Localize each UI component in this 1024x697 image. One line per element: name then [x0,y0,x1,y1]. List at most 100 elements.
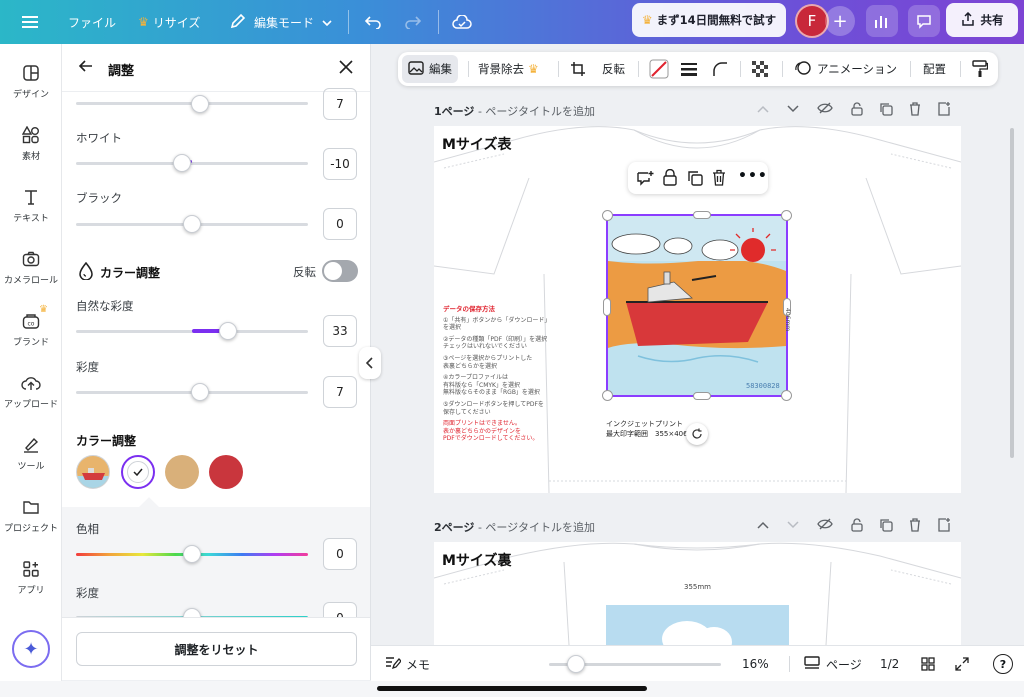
delete-icon[interactable] [909,518,921,535]
add-page-icon[interactable] [937,518,951,535]
pages-button[interactable]: ページ [804,646,862,682]
hue-value-field[interactable]: 0 [323,538,357,570]
zoom-level[interactable]: 16% [742,646,769,682]
insights-icon[interactable] [866,5,898,37]
undo-icon[interactable] [364,0,382,44]
resize-handle[interactable] [602,210,613,221]
paint-roller-icon[interactable] [972,52,988,86]
white-slider-handle[interactable] [173,154,191,172]
trial-button[interactable]: ♛ まず14日間無料で試す [632,3,786,37]
rotate-icon[interactable] [686,423,708,445]
swatch-red[interactable] [209,455,243,489]
rail-item-elements[interactable]: 素材 [0,120,62,176]
back-print-image[interactable] [606,605,789,645]
swatch-photo[interactable] [76,455,110,489]
duplicate-icon[interactable] [687,170,703,189]
crop-icon[interactable] [570,52,586,86]
invert-toggle[interactable] [322,260,358,282]
black-slider-handle[interactable] [183,215,201,233]
chevron-up-icon[interactable] [757,102,769,119]
swatch-tan[interactable] [165,455,199,489]
canvas-scrollbar[interactable] [1010,128,1014,458]
selected-drawing-image[interactable]: 58300828 [602,210,792,401]
resize-handle[interactable] [781,390,792,401]
divider [638,61,639,77]
natural-saturation-handle[interactable] [219,322,237,340]
rail-item-text[interactable]: テキスト [0,182,62,238]
hide-eye-icon[interactable] [817,102,833,119]
edit-mode-dropdown[interactable]: 編集モード [230,0,332,44]
resize-handle[interactable] [602,390,613,401]
hide-eye-icon[interactable] [817,518,833,535]
file-menu[interactable]: ファイル [68,0,116,44]
chevron-down-icon[interactable] [787,518,799,535]
white-slider-track[interactable] [76,162,308,165]
border-style-icon[interactable] [681,52,697,86]
collapse-panel-handle[interactable] [359,347,381,379]
resize-handle[interactable] [693,392,711,400]
no-fill-color-icon[interactable] [649,52,669,86]
menu-icon[interactable] [22,0,38,44]
page-title-input[interactable]: - ページタイトルを追加 [478,521,595,534]
resize-button[interactable]: ♛ リサイズ [138,0,200,44]
more-options-icon[interactable]: ••• [738,168,768,184]
animation-button[interactable]: アニメーション [794,52,897,86]
page-2-canvas[interactable]: Mサイズ裏 355mm [434,542,961,645]
grid-view-icon[interactable] [921,646,935,682]
rail-item-camera-roll[interactable]: カメラロール [0,244,62,300]
lock-icon[interactable] [663,168,677,189]
fullscreen-icon[interactable] [955,646,969,682]
page-1-canvas[interactable]: Mサイズ表 データの保存方法 ①「共有」ボタンから「ダウンロード」 を選択 ②デ… [434,126,961,493]
edit-image-button[interactable]: 編集 [402,55,458,83]
page-counter[interactable]: 1/2 [880,646,899,682]
avatar[interactable]: F [795,4,829,38]
saturation-field[interactable]: 7 [323,376,357,408]
bg-remove-button[interactable]: 背景除去 ♛ [478,52,543,86]
saturation-handle[interactable] [191,383,209,401]
help-icon[interactable]: ? [993,654,1013,674]
back-arrow-icon[interactable] [78,58,94,77]
lock-icon[interactable] [851,102,863,119]
flip-label: 反転 [602,62,625,76]
rail-item-design[interactable]: デザイン [0,58,62,114]
flip-button[interactable]: 反転 [602,52,625,86]
cloud-save-icon[interactable] [452,0,472,44]
zoom-slider-handle[interactable] [567,655,585,673]
rail-item-upload[interactable]: アップロード [0,368,62,424]
share-button[interactable]: 共有 [946,3,1018,37]
resize-handle[interactable] [603,298,611,316]
slider-handle[interactable] [191,95,209,113]
white-value-field[interactable]: -10 [323,148,357,180]
magic-sparkle-icon[interactable]: ✦ [12,630,50,668]
notes-button[interactable]: メモ [385,646,430,682]
add-comment-icon[interactable] [636,170,654,189]
rail-item-brand[interactable]: co ♛ ブランド [0,304,62,362]
resize-handle[interactable] [781,210,792,221]
rail-item-apps[interactable]: アプリ [0,554,62,610]
duplicate-icon[interactable] [879,518,893,535]
rail-item-tools[interactable]: ツール [0,430,62,486]
value-field[interactable]: 7 [323,88,357,120]
hue-slider-handle[interactable] [183,545,201,563]
chevron-up-icon[interactable] [757,518,769,535]
delete-icon[interactable] [712,169,726,189]
black-value-field[interactable]: 0 [323,208,357,240]
rail-item-projects[interactable]: プロジェクト [0,492,62,548]
chevron-down-icon[interactable] [787,102,799,119]
arrange-button[interactable]: 配置 [923,52,946,86]
duplicate-icon[interactable] [879,102,893,119]
add-page-icon[interactable] [937,102,951,119]
reset-adjustments-button[interactable]: 調整をリセット [76,632,357,666]
redo-icon[interactable] [404,0,422,44]
transparency-icon[interactable] [752,52,768,86]
comment-icon[interactable] [908,5,940,37]
lock-icon[interactable] [851,518,863,535]
close-icon[interactable] [339,60,353,77]
corner-rounding-icon[interactable] [712,52,728,86]
page-title-input[interactable]: - ページタイトルを追加 [478,105,595,118]
resize-handle[interactable] [693,211,711,219]
add-member-icon[interactable]: + [825,6,855,36]
delete-icon[interactable] [909,102,921,119]
swatch-white-selected[interactable] [121,455,155,489]
natural-saturation-field[interactable]: 33 [323,315,357,347]
